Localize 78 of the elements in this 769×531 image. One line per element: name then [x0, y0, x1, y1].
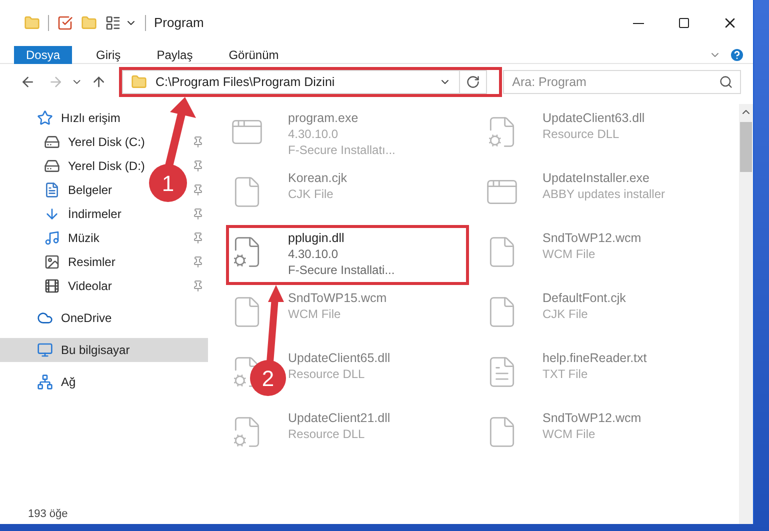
file-detail: WCM File — [288, 306, 342, 322]
file-name[interactable]: UpdateInstaller.exe — [542, 170, 666, 186]
sidebar-item[interactable]: Müzik — [0, 226, 146, 250]
back-icon[interactable] — [20, 74, 36, 90]
pin-icon[interactable] — [192, 160, 204, 172]
pin-icon[interactable] — [192, 256, 204, 268]
file-name[interactable]: Korean.cjk — [288, 170, 348, 186]
file-detail: CJK File — [288, 186, 334, 202]
sidebar-item[interactable]: Belgeler — [0, 178, 146, 202]
ribbon-tab[interactable]: Dosya — [14, 46, 72, 64]
refresh-icon[interactable] — [466, 75, 480, 89]
file-name[interactable]: UpdateClient63.dll — [542, 110, 645, 126]
sidebar-item[interactable]: İndirmeler — [0, 202, 146, 226]
file-name[interactable]: SndToWP12.wcm — [542, 230, 642, 246]
pin-icon[interactable] — [192, 280, 204, 292]
file-detail: Resource DLL — [542, 126, 620, 142]
search-field[interactable]: Ara: Program — [503, 70, 741, 94]
network-icon — [37, 374, 53, 390]
ribbon-tab[interactable]: Görünüm — [216, 46, 291, 64]
ribbon-tab[interactable]: Giriş — [84, 46, 133, 64]
window-title: Program — [154, 14, 204, 32]
search-icon[interactable] — [718, 75, 733, 89]
folder-icon[interactable] — [81, 15, 97, 31]
file-detail: 4.30.10.0 — [288, 246, 340, 262]
file-name[interactable]: SndToWP12.wcm — [542, 410, 642, 426]
scrollbar-thumb[interactable] — [740, 122, 752, 172]
star-icon — [37, 110, 53, 126]
pin-icon[interactable] — [192, 184, 204, 196]
file-name[interactable]: UpdateClient65.dll — [288, 350, 390, 366]
drive-icon — [44, 134, 60, 150]
properties-icon[interactable] — [105, 15, 121, 31]
minimize-icon — [632, 22, 644, 24]
film-icon — [44, 278, 60, 294]
sidebar-item[interactable]: Yerel Disk (C:) — [0, 130, 146, 154]
download-icon — [44, 206, 60, 222]
file-detail: Resource DLL — [288, 426, 366, 442]
file-detail: 4.30.10.0 — [288, 126, 340, 142]
folder-icon — [131, 74, 148, 90]
sidebar-item[interactable]: Hızlı erişim — [0, 106, 208, 130]
sidebar-item[interactable]: Bu bilgisayar — [0, 338, 208, 362]
maximize-icon — [678, 17, 690, 29]
sidebar-item[interactable]: Yerel Disk (D:) — [0, 154, 146, 178]
cloud-icon — [37, 310, 53, 326]
document-icon — [44, 182, 60, 198]
up-icon[interactable] — [90, 74, 106, 90]
sidebar-item[interactable]: OneDrive — [0, 306, 208, 330]
sidebar-item[interactable]: Ağ — [0, 370, 208, 394]
file-detail: Resource DLL — [288, 366, 366, 382]
help-icon[interactable] — [729, 46, 745, 62]
drive-icon — [44, 158, 60, 174]
forward-icon[interactable] — [48, 74, 64, 90]
file-detail: CJK File — [542, 306, 589, 322]
sidebar-item[interactable]: Videolar — [0, 274, 146, 298]
scrollbar[interactable] — [739, 104, 753, 524]
file-name[interactable]: program.exe — [288, 110, 396, 126]
pin-icon[interactable] — [192, 208, 204, 220]
file-detail: WCM File — [542, 426, 596, 442]
file-name[interactable]: pplugin.dll — [288, 230, 395, 246]
ribbon-tab[interactable]: Paylaş — [144, 46, 205, 64]
picture-icon — [44, 254, 60, 270]
computer-icon — [37, 342, 53, 358]
pin-icon[interactable] — [192, 136, 204, 148]
folder-icon[interactable] — [24, 15, 40, 31]
checklist-icon[interactable] — [57, 15, 73, 31]
file-detail: F-Secure Installatı... — [288, 142, 396, 158]
file-name[interactable]: UpdateClient21.dll — [288, 410, 390, 426]
address-bar[interactable]: C:\Program Files\Program Dizini — [122, 70, 488, 94]
file-detail: F-Secure Installati... — [288, 262, 395, 278]
file-name[interactable]: DefaultFont.cjk — [542, 290, 626, 306]
file-name[interactable]: help.fineReader.txt — [542, 350, 647, 366]
file-detail: WCM File — [542, 246, 596, 262]
file-name[interactable]: SndToWP15.wcm — [288, 290, 387, 306]
file-detail: TXT File — [542, 366, 589, 382]
music-note-icon — [44, 230, 60, 246]
sidebar-item[interactable]: Resimler — [0, 250, 146, 274]
item-count: 193 öğe — [27, 506, 69, 522]
file-detail: ABBY updates installer — [542, 186, 666, 202]
pin-icon[interactable] — [192, 232, 204, 244]
